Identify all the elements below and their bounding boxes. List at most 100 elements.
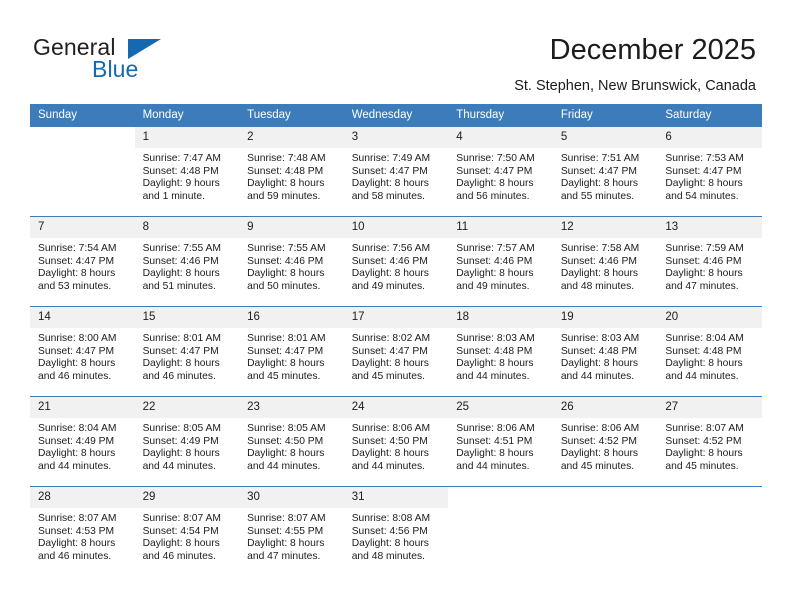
sunset-text: Sunset: 4:46 PM <box>247 255 324 267</box>
day-details: Sunrise: 7:53 AM Sunset: 4:47 PM Daylight:… <box>657 148 762 203</box>
sunrise-text: Sunrise: 8:06 AM <box>456 423 535 434</box>
day-number: 19 <box>552 307 658 328</box>
calendar-day-cell[interactable]: 17 Sunrise: 8:02 AM Sunset: 4:47 PM Dayligh… <box>343 306 449 397</box>
calendar-day-cell[interactable]: 11 Sunrise: 7:57 AM Sunset: 4:46 PM Dayligh… <box>448 216 553 307</box>
calendar-day-cell[interactable]: 6 Sunrise: 7:53 AM Sunset: 4:47 PM Daylight… <box>657 126 762 217</box>
day-details: Sunrise: 7:48 AM Sunset: 4:48 PM Daylight:… <box>239 148 344 203</box>
calendar-day-cell[interactable]: 22 Sunrise: 8:05 AM Sunset: 4:49 PM Dayligh… <box>134 396 240 487</box>
day-number: 26 <box>552 397 658 418</box>
day-number: 22 <box>134 397 240 418</box>
calendar-day-cell[interactable]: 14 Sunrise: 8:00 AM Sunset: 4:47 PM Dayligh… <box>30 306 135 397</box>
calendar-cell-empty <box>552 486 658 576</box>
day-number: 23 <box>239 397 344 418</box>
daylight-text: Daylight: 8 hours and 44 minutes. <box>456 358 534 382</box>
calendar-day-cell[interactable]: 12 Sunrise: 7:58 AM Sunset: 4:46 PM Dayligh… <box>552 216 658 307</box>
sunset-text: Sunset: 4:47 PM <box>351 165 428 177</box>
day-number: 1 <box>134 127 240 148</box>
calendar-day-cell[interactable]: 27 Sunrise: 8:07 AM Sunset: 4:52 PM Dayligh… <box>657 396 762 487</box>
page-header: General Blue December 2025 St. Stephen, … <box>0 0 792 98</box>
calendar-day-cell[interactable]: 10 Sunrise: 7:56 AM Sunset: 4:46 PM Dayligh… <box>343 216 449 307</box>
calendar-day-cell[interactable]: 13 Sunrise: 7:59 AM Sunset: 4:46 PM Dayligh… <box>657 216 762 307</box>
daylight-text: Daylight: 8 hours and 47 minutes. <box>665 268 743 292</box>
daylight-text: Daylight: 8 hours and 50 minutes. <box>247 268 325 292</box>
calendar-day-cell[interactable]: 26 Sunrise: 8:06 AM Sunset: 4:52 PM Dayligh… <box>552 396 658 487</box>
calendar-day-cell[interactable]: 24 Sunrise: 8:06 AM Sunset: 4:50 PM Dayligh… <box>343 396 449 487</box>
weekday-header-thursday: Thursday <box>448 104 553 127</box>
calendar-day-cell[interactable]: 23 Sunrise: 8:05 AM Sunset: 4:50 PM Dayligh… <box>239 396 344 487</box>
calendar-day-cell[interactable]: 15 Sunrise: 8:01 AM Sunset: 4:47 PM Dayligh… <box>134 306 240 397</box>
day-details: Sunrise: 8:00 AM Sunset: 4:47 PM Daylight:… <box>30 328 135 383</box>
day-details: Sunrise: 8:07 AM Sunset: 4:55 PM Daylight:… <box>239 508 344 563</box>
page-title: December 2025 <box>549 34 756 66</box>
calendar-day-cell[interactable]: 30 Sunrise: 8:07 AM Sunset: 4:55 PM Dayligh… <box>239 486 344 576</box>
day-number: 9 <box>239 217 344 238</box>
daylight-text: Daylight: 8 hours and 59 minutes. <box>247 178 325 202</box>
calendar-day-cell[interactable]: 1 Sunrise: 7:47 AM Sunset: 4:48 PM Daylight… <box>134 126 240 217</box>
calendar-day-cell[interactable]: 31 Sunrise: 8:08 AM Sunset: 4:56 PM Dayligh… <box>343 486 449 576</box>
daylight-text: Daylight: 8 hours and 46 minutes. <box>142 358 220 382</box>
sunset-text: Sunset: 4:54 PM <box>142 525 219 537</box>
sunset-text: Sunset: 4:50 PM <box>351 435 428 447</box>
sunset-text: Sunset: 4:46 PM <box>560 255 637 267</box>
day-details: Sunrise: 8:02 AM Sunset: 4:47 PM Daylight:… <box>344 328 449 383</box>
sunset-text: Sunset: 4:47 PM <box>38 345 115 357</box>
sunrise-text: Sunrise: 7:51 AM <box>560 153 640 164</box>
day-number: 8 <box>134 217 240 238</box>
calendar-day-cell[interactable]: 16 Sunrise: 8:01 AM Sunset: 4:47 PM Dayligh… <box>239 306 344 397</box>
sunset-text: Sunset: 4:51 PM <box>456 435 533 447</box>
sunset-text: Sunset: 4:48 PM <box>456 345 533 357</box>
daylight-text: Daylight: 8 hours and 45 minutes. <box>351 358 429 382</box>
daylight-text: Daylight: 8 hours and 46 minutes. <box>38 538 116 562</box>
calendar-day-cell[interactable]: 3 Sunrise: 7:49 AM Sunset: 4:47 PM Daylight… <box>343 126 449 217</box>
sunrise-text: Sunrise: 8:04 AM <box>38 423 117 434</box>
day-number: 2 <box>239 127 344 148</box>
calendar-day-cell[interactable]: 25 Sunrise: 8:06 AM Sunset: 4:51 PM Dayligh… <box>448 396 553 487</box>
day-number: 28 <box>30 487 135 508</box>
sunrise-text: Sunrise: 8:06 AM <box>351 423 431 434</box>
calendar-day-cell[interactable]: 19 Sunrise: 8:03 AM Sunset: 4:48 PM Dayligh… <box>552 306 658 397</box>
sunrise-text: Sunrise: 8:03 AM <box>456 333 535 344</box>
logo[interactable]: General Blue <box>33 36 163 86</box>
daylight-text: Daylight: 8 hours and 48 minutes. <box>560 268 639 292</box>
calendar-day-cell[interactable]: 28 Sunrise: 8:07 AM Sunset: 4:53 PM Dayligh… <box>30 486 135 576</box>
weekday-header-friday: Friday <box>552 104 658 127</box>
daylight-text: Daylight: 8 hours and 44 minutes. <box>247 448 325 472</box>
day-details: Sunrise: 7:56 AM Sunset: 4:46 PM Daylight:… <box>344 238 449 293</box>
sunrise-text: Sunrise: 7:55 AM <box>142 243 221 254</box>
calendar-day-cell[interactable]: 5 Sunrise: 7:51 AM Sunset: 4:47 PM Daylight… <box>552 126 658 217</box>
sunset-text: Sunset: 4:48 PM <box>560 345 637 357</box>
sunrise-text: Sunrise: 7:50 AM <box>456 153 535 164</box>
calendar-day-cell[interactable]: 7 Sunrise: 7:54 AM Sunset: 4:47 PM Daylight… <box>30 216 135 307</box>
day-details: Sunrise: 8:08 AM Sunset: 4:56 PM Daylight:… <box>344 508 449 563</box>
calendar-day-cell[interactable]: 18 Sunrise: 8:03 AM Sunset: 4:48 PM Dayligh… <box>448 306 553 397</box>
page-subtitle: St. Stephen, New Brunswick, Canada <box>514 78 756 94</box>
calendar-day-cell[interactable]: 20 Sunrise: 8:04 AM Sunset: 4:48 PM Dayligh… <box>657 306 762 397</box>
calendar-day-cell[interactable]: 4 Sunrise: 7:50 AM Sunset: 4:47 PM Daylight… <box>448 126 553 217</box>
day-number: 17 <box>343 307 449 328</box>
sunset-text: Sunset: 4:47 PM <box>38 255 115 267</box>
day-details: Sunrise: 7:47 AM Sunset: 4:48 PM Daylight:… <box>135 148 240 203</box>
daylight-text: Daylight: 8 hours and 48 minutes. <box>351 538 429 562</box>
calendar-day-cell[interactable]: 8 Sunrise: 7:55 AM Sunset: 4:46 PM Daylight… <box>134 216 240 307</box>
calendar-table: Sunday Monday Tuesday Wednesday Thursday… <box>30 104 762 576</box>
sunset-text: Sunset: 4:53 PM <box>38 525 115 537</box>
sunset-text: Sunset: 4:47 PM <box>351 345 428 357</box>
sunrise-text: Sunrise: 7:47 AM <box>142 153 221 164</box>
calendar-day-cell[interactable]: 21 Sunrise: 8:04 AM Sunset: 4:49 PM Dayligh… <box>30 396 135 487</box>
day-number <box>448 487 553 494</box>
daylight-text: Daylight: 8 hours and 44 minutes. <box>38 448 116 472</box>
day-number: 3 <box>343 127 449 148</box>
sunrise-text: Sunrise: 8:07 AM <box>247 513 326 524</box>
day-details: Sunrise: 8:07 AM Sunset: 4:54 PM Daylight:… <box>135 508 240 563</box>
sunrise-text: Sunrise: 8:07 AM <box>142 513 221 524</box>
day-details: Sunrise: 8:04 AM Sunset: 4:49 PM Daylight:… <box>30 418 135 473</box>
day-details: Sunrise: 7:58 AM Sunset: 4:46 PM Daylight:… <box>553 238 658 293</box>
logo-text-blue: Blue <box>92 56 139 82</box>
calendar-day-cell[interactable]: 2 Sunrise: 7:48 AM Sunset: 4:48 PM Daylight… <box>239 126 344 217</box>
weekday-header-wednesday: Wednesday <box>343 104 449 127</box>
sunset-text: Sunset: 4:46 PM <box>142 255 219 267</box>
calendar-day-cell[interactable]: 29 Sunrise: 8:07 AM Sunset: 4:54 PM Dayligh… <box>134 486 240 576</box>
day-details: Sunrise: 7:50 AM Sunset: 4:47 PM Daylight:… <box>448 148 553 203</box>
calendar-day-cell[interactable]: 9 Sunrise: 7:55 AM Sunset: 4:46 PM Daylight… <box>239 216 344 307</box>
daylight-text: Daylight: 8 hours and 51 minutes. <box>142 268 220 292</box>
